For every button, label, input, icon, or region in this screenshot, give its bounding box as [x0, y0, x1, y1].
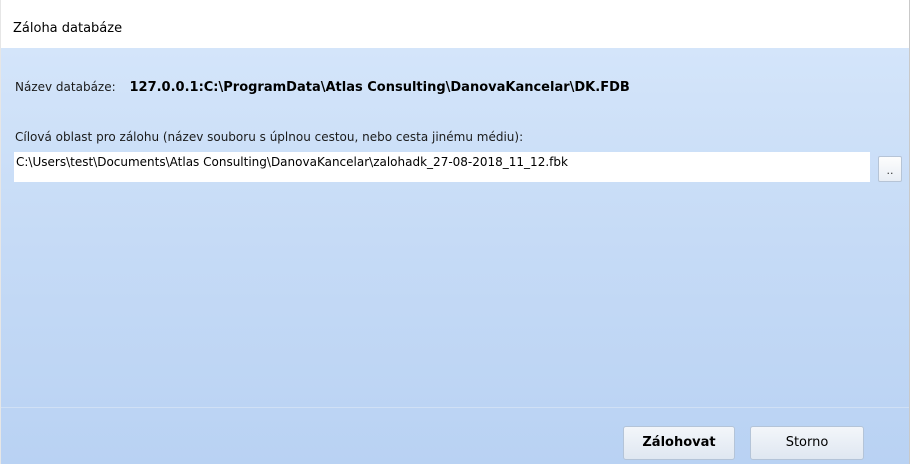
- backup-dialog: Záloha databáze Název databáze: 127.0.0.…: [0, 0, 910, 464]
- backup-target-label: Cílová oblast pro zálohu (název souboru …: [15, 130, 524, 144]
- dialog-title: Záloha databáze: [13, 21, 123, 36]
- browse-button[interactable]: ..: [878, 156, 902, 182]
- backup-path-value: C:\Users\test\Documents\Atlas Consulting…: [16, 155, 568, 169]
- database-row: Název databáze: 127.0.0.1:C:\ProgramData…: [15, 80, 630, 95]
- cancel-button[interactable]: Storno: [750, 426, 864, 460]
- backup-path-input[interactable]: C:\Users\test\Documents\Atlas Consulting…: [14, 152, 870, 182]
- title-bar[interactable]: Záloha databáze: [1, 0, 909, 48]
- backup-button[interactable]: Zálohovat: [623, 426, 735, 460]
- database-name-value: 127.0.0.1:C:\ProgramData\Atlas Consultin…: [129, 80, 630, 95]
- dialog-content: Název databáze: 127.0.0.1:C:\ProgramData…: [1, 48, 909, 464]
- database-name-label: Název databáze:: [15, 80, 116, 94]
- footer-separator: [1, 407, 909, 408]
